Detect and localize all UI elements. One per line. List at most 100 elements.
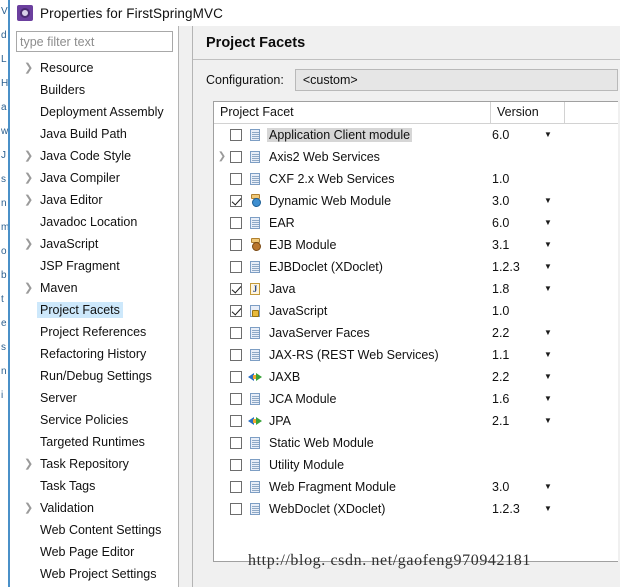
chevron-down-icon[interactable]: ▼ (544, 417, 566, 425)
chevron-right-icon[interactable]: ❯ (24, 282, 37, 294)
sidebar-item-task-repository[interactable]: ❯ Task Repository (10, 453, 178, 475)
facet-checkbox[interactable] (230, 437, 242, 449)
tree-indent-spacer: ❯ (24, 525, 37, 536)
chevron-right-icon[interactable]: ❯ (214, 152, 230, 162)
table-row[interactable]: JavaScript 1.0 (214, 300, 618, 322)
facet-checkbox[interactable] (230, 415, 242, 427)
column-header-extra[interactable] (564, 102, 618, 124)
facet-checkbox[interactable] (230, 195, 242, 207)
facet-checkbox[interactable] (230, 503, 242, 515)
sidebar-item-java-editor[interactable]: ❯ Java Editor (10, 189, 178, 211)
chevron-down-icon[interactable]: ▼ (544, 351, 566, 359)
table-row[interactable]: EJB Module 3.1 ▼ (214, 234, 618, 256)
sidebar-item-project-references[interactable]: ❯Project References (10, 321, 178, 343)
sidebar-item-run-debug-settings[interactable]: ❯Run/Debug Settings (10, 365, 178, 387)
sidebar-item-label: Targeted Runtimes (40, 435, 145, 449)
sidebar-item-maven[interactable]: ❯ Maven (10, 277, 178, 299)
chevron-right-icon[interactable]: ❯ (24, 194, 37, 206)
facet-checkbox[interactable] (230, 239, 242, 251)
chevron-right-icon[interactable]: ❯ (24, 502, 37, 514)
table-row[interactable]: Application Client module 6.0 ▼ (214, 124, 618, 146)
configuration-select[interactable]: <custom> (294, 69, 618, 91)
sidebar-item-label: Server (40, 391, 77, 405)
sidebar-item-builders[interactable]: ❯Builders (10, 79, 178, 101)
sidebar-item-web-page-editor[interactable]: ❯Web Page Editor (10, 541, 178, 563)
facet-checkbox[interactable] (230, 217, 242, 229)
facet-name: Dynamic Web Module (269, 194, 392, 208)
facet-name: EAR (269, 216, 295, 230)
sidebar-item-refactoring-history[interactable]: ❯Refactoring History (10, 343, 178, 365)
table-row[interactable]: JCA Module 1.6 ▼ (214, 388, 618, 410)
table-row[interactable]: Utility Module (214, 454, 618, 476)
background-text-fragment: L (1, 54, 7, 65)
facet-checkbox[interactable] (230, 305, 242, 317)
table-row[interactable]: Static Web Module (214, 432, 618, 454)
facet-checkbox[interactable] (230, 349, 242, 361)
table-row[interactable]: EJBDoclet (XDoclet) 1.2.3 ▼ (214, 256, 618, 278)
sidebar-item-java-build-path[interactable]: ❯Java Build Path (10, 123, 178, 145)
chevron-down-icon[interactable]: ▼ (544, 285, 566, 293)
table-row[interactable]: ❯ Axis2 Web Services (214, 146, 618, 168)
chevron-down-icon[interactable]: ▼ (544, 483, 566, 491)
table-row[interactable]: Dynamic Web Module 3.0 ▼ (214, 190, 618, 212)
sidebar-item-web-content-settings[interactable]: ❯Web Content Settings (10, 519, 178, 541)
sidebar-item-project-facets[interactable]: ❯Project Facets (10, 299, 178, 321)
facet-checkbox[interactable] (230, 129, 242, 141)
table-row[interactable]: Web Fragment Module 3.0 ▼ (214, 476, 618, 498)
sidebar-item-targeted-runtimes[interactable]: ❯Targeted Runtimes (10, 431, 178, 453)
facet-name: JAX-RS (REST Web Services) (269, 348, 439, 362)
facet-checkbox[interactable] (230, 261, 242, 273)
column-header-project-facet[interactable]: Project Facet (214, 102, 490, 124)
chevron-down-icon[interactable]: ▼ (544, 395, 566, 403)
facet-name: Web Fragment Module (269, 480, 396, 494)
chevron-right-icon[interactable]: ❯ (24, 62, 37, 74)
table-row[interactable]: JPA 2.1 ▼ (214, 410, 618, 432)
sidebar-item-web-project-settings[interactable]: ❯Web Project Settings (10, 563, 178, 585)
filter-input[interactable] (16, 31, 173, 52)
column-header-version[interactable]: Version (490, 102, 564, 124)
chevron-down-icon[interactable]: ▼ (544, 505, 566, 513)
chevron-right-icon[interactable]: ❯ (24, 150, 37, 162)
sidebar-item-java-compiler[interactable]: ❯ Java Compiler (10, 167, 178, 189)
facet-checkbox[interactable] (230, 283, 242, 295)
facet-name: Axis2 Web Services (269, 150, 380, 164)
facet-checkbox[interactable] (230, 327, 242, 339)
sidebar-item-jsp-fragment[interactable]: ❯JSP Fragment (10, 255, 178, 277)
sidebar-item-label: Web Page Editor (40, 545, 135, 559)
facet-checkbox[interactable] (230, 459, 242, 471)
facet-checkbox[interactable] (230, 151, 242, 163)
table-row[interactable]: J Java 1.8 ▼ (214, 278, 618, 300)
sidebar-item-validation[interactable]: ❯ Validation (10, 497, 178, 519)
table-row[interactable]: JavaServer Faces 2.2 ▼ (214, 322, 618, 344)
facet-name: EJB Module (269, 238, 337, 252)
sidebar-item-resource[interactable]: ❯ Resource (10, 57, 178, 79)
table-row[interactable]: EAR 6.0 ▼ (214, 212, 618, 234)
sidebar-item-javascript[interactable]: ❯ JavaScript (10, 233, 178, 255)
chevron-down-icon[interactable]: ▼ (544, 131, 566, 139)
table-row[interactable]: JAX-RS (REST Web Services) 1.1 ▼ (214, 344, 618, 366)
tree-indent-spacer: ❯ (24, 107, 37, 118)
chevron-down-icon[interactable]: ▼ (544, 373, 566, 381)
table-row[interactable]: WebDoclet (XDoclet) 1.2.3 ▼ (214, 498, 618, 520)
sidebar-item-server[interactable]: ❯Server (10, 387, 178, 409)
chevron-down-icon[interactable]: ▼ (544, 263, 566, 271)
table-row[interactable]: JAXB 2.2 ▼ (214, 366, 618, 388)
table-row[interactable]: CXF 2.x Web Services 1.0 (214, 168, 618, 190)
facet-checkbox[interactable] (230, 173, 242, 185)
chevron-right-icon[interactable]: ❯ (24, 238, 37, 250)
chevron-down-icon[interactable]: ▼ (544, 219, 566, 227)
sidebar-item-javadoc-location[interactable]: ❯Javadoc Location (10, 211, 178, 233)
facet-checkbox[interactable] (230, 371, 242, 383)
chevron-down-icon[interactable]: ▼ (544, 329, 566, 337)
sidebar-item-deployment-assembly[interactable]: ❯Deployment Assembly (10, 101, 178, 123)
chevron-down-icon[interactable]: ▼ (544, 241, 566, 249)
chevron-right-icon[interactable]: ❯ (24, 172, 37, 184)
facet-checkbox[interactable] (230, 393, 242, 405)
facet-checkbox[interactable] (230, 481, 242, 493)
chevron-down-icon[interactable]: ▼ (544, 197, 566, 205)
sidebar-main-divider[interactable] (178, 26, 193, 587)
chevron-right-icon[interactable]: ❯ (24, 458, 37, 470)
sidebar-item-task-tags[interactable]: ❯Task Tags (10, 475, 178, 497)
sidebar-item-service-policies[interactable]: ❯Service Policies (10, 409, 178, 431)
sidebar-item-java-code-style[interactable]: ❯ Java Code Style (10, 145, 178, 167)
